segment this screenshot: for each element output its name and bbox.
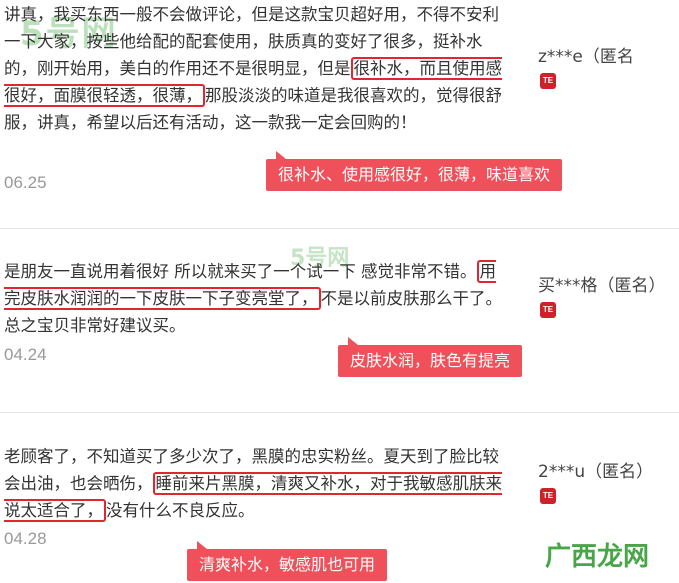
user-level-badge-icon: TE (540, 73, 556, 89)
review-date: 04.28 (4, 529, 47, 548)
review-item: 是朋友一直说用着很好 所以就来买了一个试一下 感觉非常不错。 用完皮肤水润润的一下… (0, 229, 679, 412)
review-date: 06.25 (4, 173, 47, 192)
user-level-badge-icon: TE (540, 302, 556, 318)
review-date: 04.24 (4, 345, 47, 364)
user-level-badge-icon: TE (540, 488, 556, 504)
review-text: 老顾客了，不知道买了多少次了，黑膜的忠实粉丝。夏天到了脸比较会出油，也会晒伤，睡… (4, 447, 502, 522)
review-item: 讲真，我买东西一般不会做评论，但是这款宝贝超好用，不得不安利一下大家，按些他给配… (0, 0, 679, 228)
review-text: 是朋友一直说用着很好 所以就来买了一个试一下 感觉非常不错。 用完皮肤水润润的一下… (4, 260, 502, 335)
review-text: 讲真，我买东西一般不会做评论，但是这款宝贝超好用，不得不安利一下大家，按些他给配… (4, 5, 502, 132)
summary-callout: 很补水、使用感很好，很薄，味道喜欢 (266, 151, 563, 191)
summary-callout: 清爽补水，敏感肌也可用 (187, 541, 388, 581)
review-item: 老顾客了，不知道买了多少次了，黑膜的忠实粉丝。夏天到了脸比较会出油，也会晒伤，睡… (0, 413, 679, 583)
reviewer-name: 2***u（匿名） (538, 462, 654, 482)
reviewer-name: z***e（匿名 (538, 47, 634, 67)
summary-callout: 皮肤水润，肤色有提亮 (338, 337, 523, 377)
reviewer-name: 买***格（匿名） (538, 276, 666, 296)
